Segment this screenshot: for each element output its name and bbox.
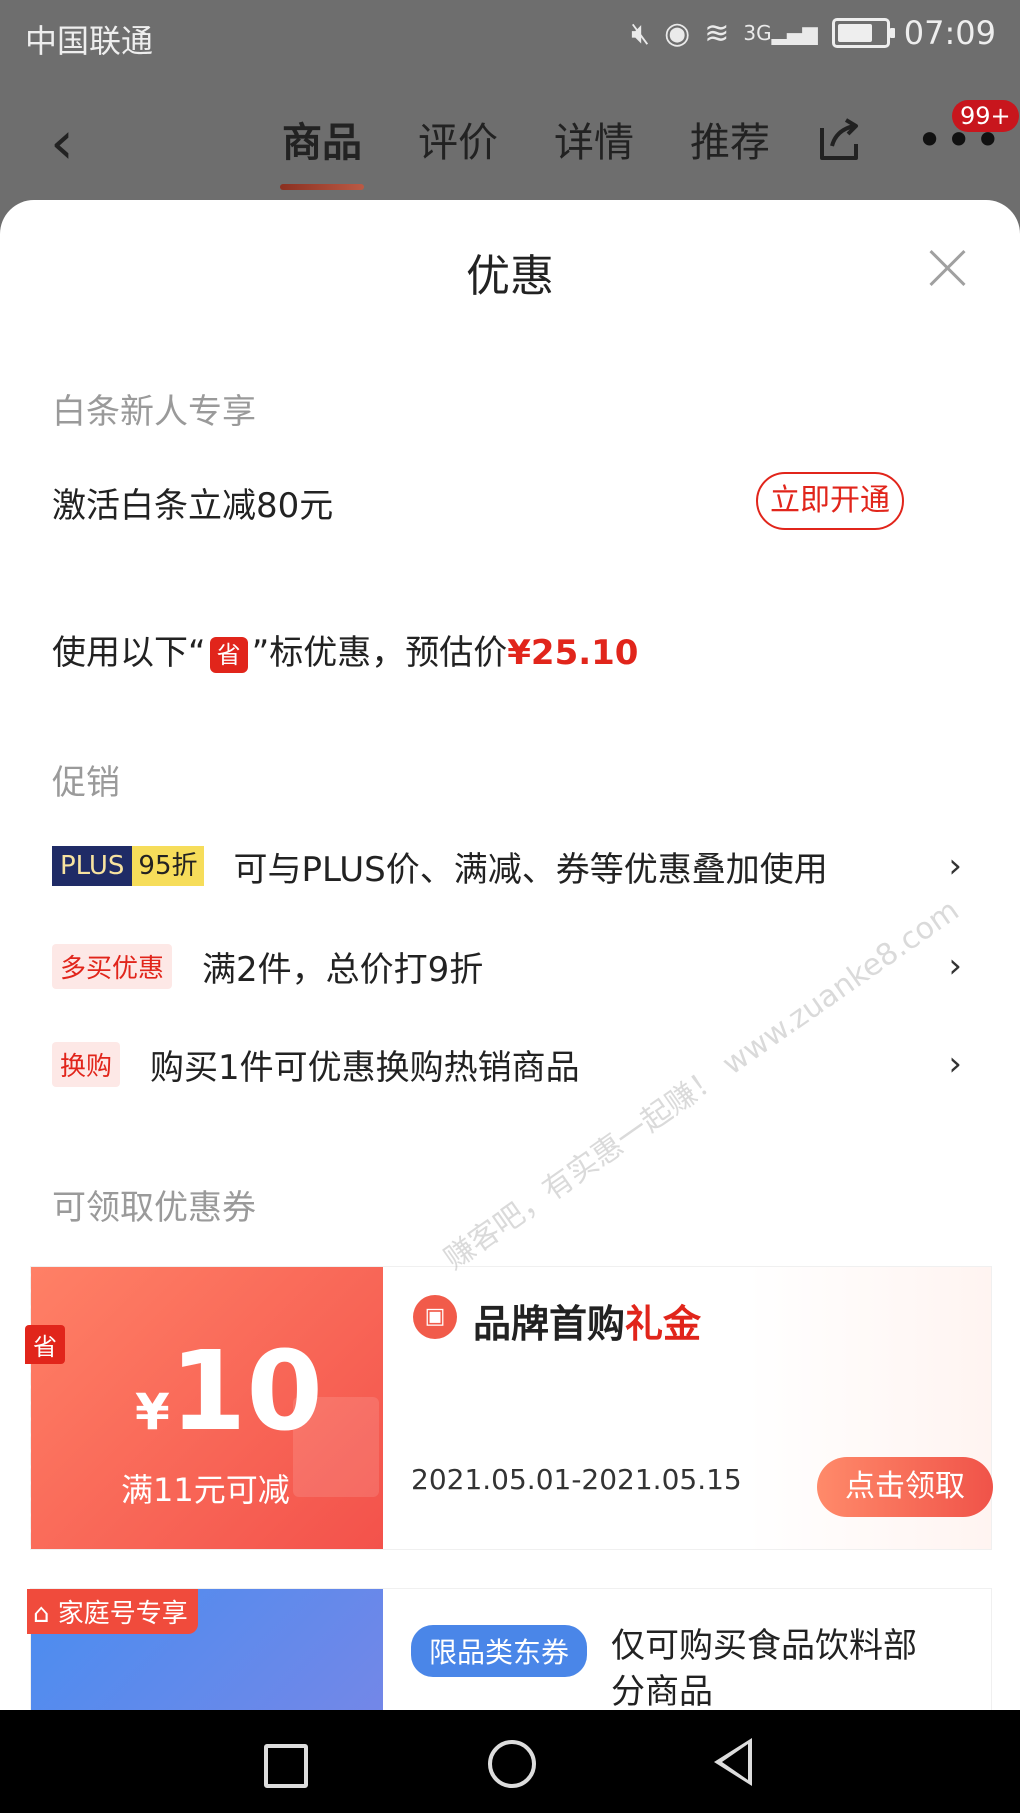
exchange-tag: 换购: [52, 1041, 121, 1087]
back-arrow-icon[interactable]: ‹: [50, 108, 108, 178]
family-tag-label: 家庭号专享: [57, 1599, 188, 1629]
coupon-card: ⌂ 家庭号专享 20 限品类东券 仅可购买食品饮料部分商品: [27, 1588, 992, 1710]
coupon-condition: 满11元可减: [121, 1471, 290, 1509]
multibuy-tag: 多买优惠: [52, 943, 173, 989]
save-tag: 省: [25, 1325, 65, 1364]
currency-symbol: ¥: [135, 1383, 170, 1441]
promo-text: 购买1件可优惠换购热销商品: [150, 1047, 580, 1088]
estimate-suffix: ”标优惠，预估价: [251, 633, 508, 673]
close-icon[interactable]: [930, 250, 966, 286]
eye-icon: ◉: [664, 15, 691, 51]
chevron-right-icon: ›: [948, 946, 962, 986]
share-icon[interactable]: [814, 114, 864, 164]
tab-reviews[interactable]: 评价: [412, 110, 504, 168]
estimated-price: ¥25.10: [507, 633, 639, 673]
coupon-section-title: 可领取优惠券: [52, 1188, 256, 1228]
activate-button[interactable]: 立即开通: [756, 472, 904, 530]
coupon-title: 品牌首购礼金: [473, 1293, 701, 1348]
coupon-value-panel: 省 ¥10 满11元可减: [25, 1267, 383, 1549]
coupon-amount-value: 10: [169, 1327, 323, 1455]
navigation-bar: [0, 1710, 1020, 1813]
signal-icon: 3G▂▄▆: [743, 21, 818, 45]
product-header: ‹ 商品 评价 详情 推荐 ••• 99+: [0, 72, 1020, 200]
status-icons: 🔇︎ ◉ ≋ 3G▂▄▆ 07:09: [631, 14, 996, 52]
promo-text: 满2件，总价打9折: [202, 949, 484, 990]
category-limit-tag: 限品类东券: [411, 1625, 588, 1677]
more-icon[interactable]: •••: [916, 117, 1003, 163]
tab-recommend[interactable]: 推荐: [684, 110, 776, 168]
estimate-price-row: 使用以下“ 省 ”标优惠，预估价¥25.10: [52, 625, 638, 674]
promo-text: 可与PLUS价、满减、券等优惠叠加使用: [233, 849, 828, 890]
clock: 07:09: [903, 14, 996, 52]
recent-apps-icon[interactable]: [264, 1744, 308, 1788]
status-bar: 中国联通 🔇︎ ◉ ≋ 3G▂▄▆ 07:09: [0, 0, 1020, 72]
promo-section-title: 促销: [52, 763, 120, 803]
coupon-card: 省 ¥10 满11元可减 ▣ 品牌首购礼金 2021.05.01-2021.05…: [25, 1266, 993, 1550]
plus-label: PLUS: [52, 846, 133, 886]
tab-details[interactable]: 详情: [548, 110, 640, 168]
home-icon[interactable]: [488, 1740, 536, 1788]
promo-item-exchange[interactable]: 换购 购买1件可优惠换购热销商品 ›: [52, 1034, 972, 1094]
sheet-title: 优惠: [466, 251, 554, 302]
plus-discount-label: 95折: [132, 846, 204, 886]
coupon-description: 仅可购买食品饮料部分商品: [611, 1626, 917, 1710]
plus-discount-badge: PLUS 95折: [52, 846, 204, 886]
baitiao-section-title: 白条新人专享: [52, 392, 256, 432]
gift-bag-icon: ▣: [413, 1295, 457, 1339]
header-tabs: 商品 评价 详情 推荐: [276, 110, 776, 190]
discount-sheet: 优惠 白条新人专享 激活白条立减80元 立即开通 使用以下“ 省 ”标优惠，预估价¥…: [0, 200, 1020, 1710]
carrier-name: 中国联通: [25, 22, 154, 60]
baitiao-offer-text: 激活白条立减80元: [52, 486, 334, 526]
mute-icon: 🔇︎: [631, 15, 651, 51]
coupon-title-main: 品牌首购: [473, 1302, 626, 1346]
coupon-amount: ¥10: [135, 1327, 323, 1455]
back-icon[interactable]: [714, 1738, 752, 1786]
family-exclusive-tag: ⌂ 家庭号专享: [27, 1589, 198, 1634]
coupon-info-panel: ▣ 品牌首购礼金 2021.05.01-2021.05.15 点击领取: [383, 1267, 993, 1549]
coupon-validity: 2021.05.01-2021.05.15: [411, 1463, 742, 1496]
chevron-right-icon: ›: [948, 846, 962, 886]
promo-item-plus[interactable]: PLUS 95折 可与PLUS价、满减、券等优惠叠加使用 ›: [52, 836, 972, 896]
estimate-prefix: 使用以下“: [52, 633, 206, 673]
claim-coupon-button[interactable]: 点击领取: [817, 1457, 993, 1517]
battery-icon: [831, 18, 895, 48]
tab-product[interactable]: 商品: [276, 110, 368, 190]
wifi-icon: ≋: [704, 15, 730, 51]
save-badge: 省: [209, 636, 248, 673]
notification-badge: 99+: [952, 100, 1019, 132]
coupon-value-panel: ⌂ 家庭号专享 20: [27, 1589, 383, 1710]
chevron-right-icon: ›: [948, 1044, 962, 1084]
coupon-title-highlight: 礼金: [625, 1302, 702, 1346]
network-type: 3G: [743, 21, 772, 45]
coupon-amount: 20: [171, 1699, 296, 1710]
